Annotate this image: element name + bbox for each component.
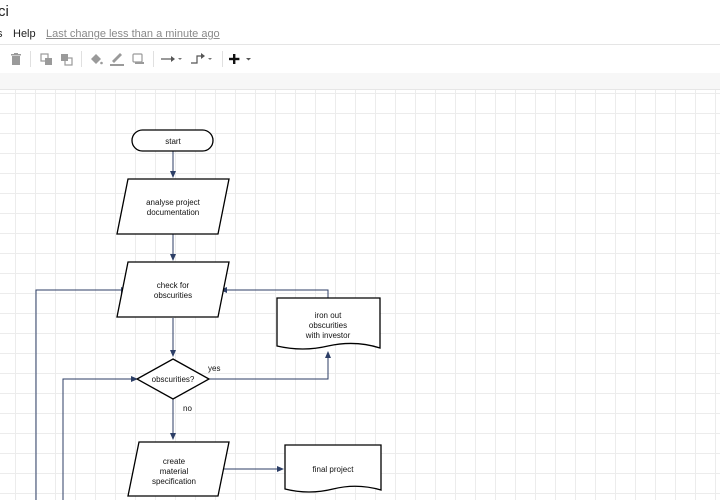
node-iron-label-3: with investor bbox=[305, 331, 351, 340]
edge-label-no: no bbox=[183, 404, 192, 413]
node-check-label-1: check for bbox=[157, 281, 190, 290]
edge-loop-check bbox=[35, 287, 128, 500]
edge-iron-check bbox=[220, 287, 329, 298]
node-analyse-label-2: documentation bbox=[147, 208, 199, 217]
node-final-label: final project bbox=[313, 465, 355, 474]
node-create-label-3: specification bbox=[152, 477, 196, 486]
flowchart-diagram[interactable]: start analyse project documentation chec… bbox=[0, 0, 720, 500]
edge-loop-obscurities bbox=[62, 376, 138, 500]
node-analyse-label-1: analyse project bbox=[146, 198, 201, 207]
node-iron-label-2: obscurities bbox=[309, 321, 347, 330]
node-obscurities-label: obscurities? bbox=[152, 375, 195, 384]
edge-yes-iron bbox=[209, 351, 331, 380]
edge-label-yes: yes bbox=[208, 364, 220, 373]
node-create-label-2: material bbox=[160, 467, 189, 476]
node-iron-label-1: iron out bbox=[315, 311, 342, 320]
node-check-label-2: obscurities bbox=[154, 291, 192, 300]
node-start-label: start bbox=[165, 137, 181, 146]
node-create-label-1: create bbox=[163, 457, 186, 466]
